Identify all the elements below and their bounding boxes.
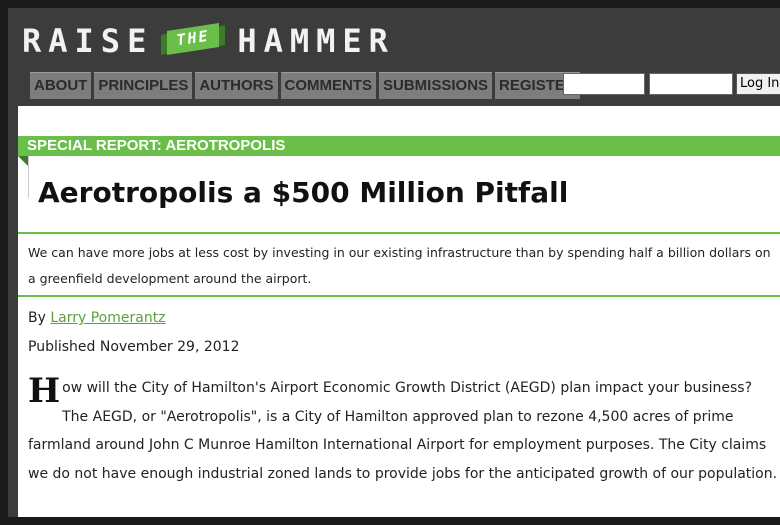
article-content: SPECIAL REPORT: AEROTROPOLIS Aerotropoli… xyxy=(18,106,780,517)
title-left-rule xyxy=(28,156,29,198)
section-label[interactable]: SPECIAL REPORT: AEROTROPOLIS xyxy=(27,136,285,156)
author-link[interactable]: Larry Pomerantz xyxy=(50,310,165,326)
nav-authors[interactable]: AUTHORS xyxy=(195,72,278,99)
article-title: Aerotropolis a $500 Million Pitfall xyxy=(38,176,569,209)
article-summary: We can have more jobs at less cost by in… xyxy=(28,245,771,286)
site-frame: RAISE THE HAMMER ABOUT PRINCIPLES AUTHOR… xyxy=(8,8,780,517)
login-button[interactable]: Log In xyxy=(736,73,780,95)
nav-about[interactable]: ABOUT xyxy=(30,72,92,99)
username-input[interactable] xyxy=(563,73,645,95)
site-logo[interactable]: RAISE THE HAMMER xyxy=(22,22,395,60)
nav-principles[interactable]: PRINCIPLES xyxy=(94,72,193,99)
password-input[interactable] xyxy=(649,73,733,95)
title-divider xyxy=(18,232,780,234)
drop-cap: H xyxy=(28,371,61,411)
nav-comments[interactable]: COMMENTS xyxy=(280,72,377,99)
article-body: H ow will the City of Hamilton's Airport… xyxy=(28,374,780,488)
logo-word-hammer: HAMMER xyxy=(237,22,395,60)
published-date: Published November 29, 2012 xyxy=(28,339,240,355)
section-banner: SPECIAL REPORT: AEROTROPOLIS xyxy=(18,136,780,156)
nav-submissions[interactable]: SUBMISSIONS xyxy=(379,72,493,99)
logo-word-raise: RAISE xyxy=(22,22,154,60)
banner-fold xyxy=(18,156,28,166)
body-paragraph: ow will the City of Hamilton's Airport E… xyxy=(28,380,778,482)
logo-the-banner: THE xyxy=(161,23,226,59)
byline-prefix: By xyxy=(28,310,46,326)
main-nav: ABOUT PRINCIPLES AUTHORS COMMENTS SUBMIS… xyxy=(30,72,580,99)
summary-divider xyxy=(18,295,780,297)
byline: By Larry Pomerantz xyxy=(28,310,166,326)
